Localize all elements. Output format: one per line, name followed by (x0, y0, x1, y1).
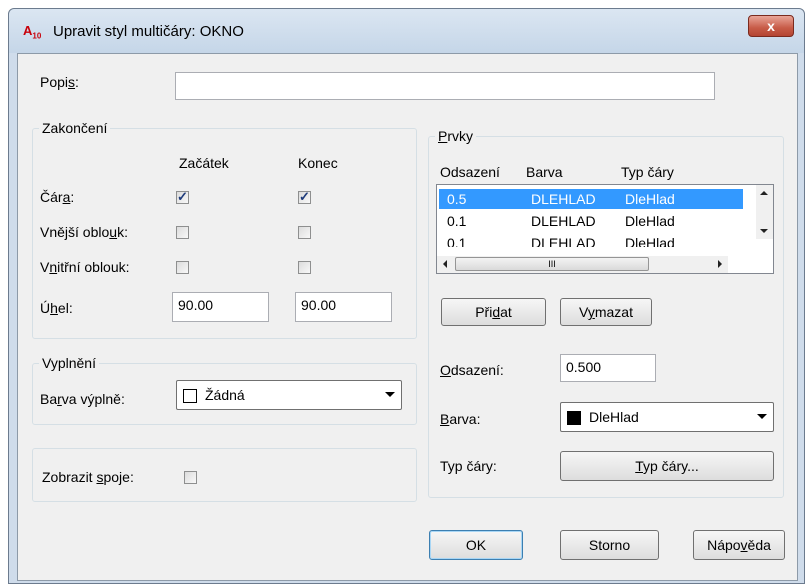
elements-header-linetype: Typ čáry (621, 164, 674, 180)
window-title: Upravit styl multičáry: OKNO (53, 23, 244, 40)
scroll-down-icon[interactable] (760, 229, 768, 233)
caps-outer-arc-start-checkbox[interactable] (176, 226, 189, 239)
chevron-down-icon (757, 414, 767, 419)
close-button[interactable]: x (748, 15, 794, 37)
list-vertical-scrollbar[interactable] (756, 185, 773, 239)
elements-header-color: Barva (526, 164, 563, 180)
scroll-up-icon[interactable] (760, 191, 768, 195)
list-item[interactable]: 0.1 DLEHLAD DleHlad (439, 211, 743, 231)
caps-group-title: Zakončení (39, 120, 111, 136)
fill-color-select[interactable]: Žádná (176, 380, 402, 410)
close-icon: x (767, 18, 775, 34)
element-color-value: DleHlad (589, 409, 639, 425)
autocad-icon: A10 (23, 23, 42, 41)
caps-inner-arc-label: Vnitřní oblouk: (40, 259, 130, 275)
caps-angle-label: Úhel: (40, 300, 73, 316)
ok-button[interactable]: OK (429, 530, 523, 560)
add-element-button[interactable]: Přidat (441, 298, 546, 326)
caps-line-end-checkbox[interactable] (298, 189, 311, 205)
list-item[interactable]: 0.1 DLEHLAD DleHlad (439, 233, 743, 247)
list-horizontal-scrollbar[interactable]: III (437, 256, 728, 273)
offset-label: Odsazení: (440, 362, 504, 378)
caps-angle-start-input[interactable]: 90.00 (172, 292, 269, 322)
linetype-button[interactable]: Typ čáry... (560, 451, 774, 481)
caps-line-label: Čára: (40, 189, 75, 205)
caps-inner-arc-end-checkbox[interactable] (298, 261, 311, 274)
scroll-left-icon[interactable] (443, 260, 447, 268)
element-color-swatch (567, 411, 581, 425)
fill-color-label: Barva výplně: (40, 391, 125, 407)
linetype-label: Typ čáry: (440, 458, 497, 474)
dialog-client: Popis: Zakončení Začátek Konec Čára: Vně… (17, 53, 798, 581)
caps-inner-arc-start-checkbox[interactable] (176, 261, 189, 274)
show-joints-label: Zobrazit spoje: (42, 469, 134, 485)
element-color-label: Barva: (440, 411, 481, 427)
fill-color-value: Žádná (205, 387, 245, 403)
list-item[interactable]: 0.5 DLEHLAD DleHlad (439, 189, 743, 209)
scroll-right-icon[interactable] (718, 260, 722, 268)
elements-list[interactable]: 0.5 DLEHLAD DleHlad 0.1 DLEHLAD DleHlad … (436, 184, 774, 274)
chevron-down-icon (385, 392, 395, 397)
fill-group-title: Vyplnění (39, 355, 99, 371)
scroll-thumb[interactable]: III (455, 257, 649, 271)
caps-end-header: Konec (298, 155, 338, 171)
description-label: Popis: (40, 74, 79, 90)
offset-input[interactable]: 0.500 (560, 354, 656, 382)
fill-color-swatch (183, 389, 197, 403)
elements-group-title: Prvky (435, 128, 477, 144)
elements-header-offset: Odsazení (440, 164, 500, 180)
delete-element-button[interactable]: Vymazat (560, 298, 652, 326)
show-joints-checkbox[interactable] (184, 471, 197, 484)
caps-start-header: Začátek (179, 155, 229, 171)
caps-outer-arc-label: Vnější oblouk: (40, 224, 128, 240)
title-bar[interactable]: A10 Upravit styl multičáry: OKNO x (9, 9, 804, 53)
caps-outer-arc-end-checkbox[interactable] (298, 226, 311, 239)
dialog-window: A10 Upravit styl multičáry: OKNO x Popis… (8, 8, 805, 584)
caps-angle-end-input[interactable]: 90.00 (295, 292, 392, 322)
description-input[interactable] (175, 72, 715, 100)
help-button[interactable]: Nápověda (693, 530, 785, 560)
caps-line-start-checkbox[interactable] (176, 189, 189, 205)
element-color-select[interactable]: DleHlad (560, 402, 774, 432)
cancel-button[interactable]: Storno (560, 530, 659, 560)
